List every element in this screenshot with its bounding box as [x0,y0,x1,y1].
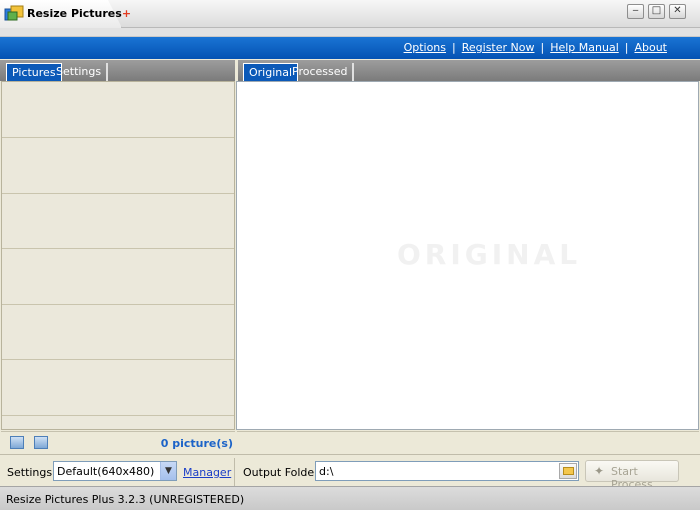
menu-separator: | [452,41,456,54]
app-title-plus: + [121,7,132,20]
title-bar: Resize Pictures+ ‒ □ ✕ [0,0,700,28]
picture-list-footer: 0 picture(s) [1,431,235,453]
status-bar: Resize Pictures Plus 3.2.3 (UNREGISTERED… [0,486,700,510]
menu-separator: | [624,41,629,54]
app-logo-icon [4,5,24,21]
picture-list[interactable] [1,81,235,430]
list-divider [2,304,234,305]
app-title-text: Resize Pictures [27,7,122,20]
manager-link[interactable]: Manager [183,466,231,479]
title-stripe [0,28,700,37]
settings-select-value: Default(640x480) [57,465,155,478]
close-button[interactable]: ✕ [669,4,686,19]
output-folder-value: d:\ [319,465,334,478]
menu-options-link[interactable]: Options [404,41,446,54]
minimize-button[interactable]: ‒ [627,4,644,19]
right-tab-bar: Original Processed [238,60,700,81]
menu-separator: | [540,41,545,54]
settings-select[interactable]: Default(640x480) ▼ [53,461,177,481]
preview-watermark: ORIGINAL [397,238,582,271]
preview-area: ORIGINAL [236,81,699,430]
add-folder-icon[interactable] [10,436,24,449]
menu-help-link[interactable]: Help Manual [550,41,619,54]
app-title: Resize Pictures+ [27,7,131,20]
bottom-controls: Settings: Default(640x480) ▼ Manager Out… [0,454,700,491]
menu-register-link[interactable]: Register Now [462,41,535,54]
left-tab-bar: Pictures Settings [0,60,235,81]
folder-icon [563,467,574,475]
list-divider [2,137,234,138]
chevron-down-icon[interactable]: ▼ [160,462,176,480]
list-divider [2,415,234,416]
list-divider [2,248,234,249]
picture-count: 0 picture(s) [160,437,233,450]
menu-about-link[interactable]: About [634,41,667,54]
tab-settings[interactable]: Settings [51,63,109,81]
maximize-button[interactable]: □ [648,4,665,19]
menu-links: Options | Register Now | Help Manual | About [404,41,667,54]
magic-wand-icon: ✦ [594,464,605,478]
output-folder-input[interactable]: d:\ [315,461,579,481]
status-text: Resize Pictures Plus 3.2.3 (UNREGISTERED… [6,493,245,506]
preview-footer [237,431,699,453]
start-process-button[interactable]: ✦ Start Process [585,460,679,491]
list-divider [2,193,234,194]
output-folder-label: Output Folder: [243,466,323,479]
browse-folder-button[interactable] [559,463,577,479]
bottom-divider [234,458,235,486]
settings-label: Settings: [7,466,56,479]
menu-bar: Options | Register Now | Help Manual | About [0,37,700,59]
list-divider [2,359,234,360]
tab-processed[interactable]: Processed [287,63,355,81]
add-picture-icon[interactable] [34,436,48,449]
